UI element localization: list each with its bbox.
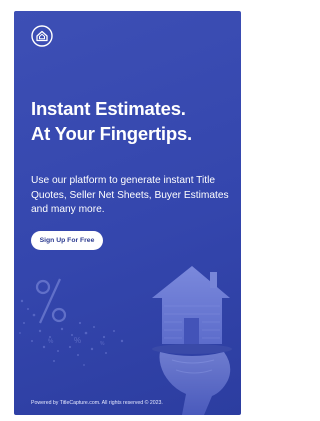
headline-line-2: At Your Fingertips. bbox=[31, 123, 192, 144]
svg-text:%: % bbox=[74, 336, 81, 345]
house-circle-icon[interactable] bbox=[31, 25, 53, 47]
hero-panel: Instant Estimates. At Your Fingertips. U… bbox=[14, 11, 241, 415]
svg-text:%: % bbox=[48, 339, 54, 345]
headline: Instant Estimates. At Your Fingertips. bbox=[31, 96, 231, 146]
svg-text:%: % bbox=[100, 341, 105, 347]
hero-description: Use our platform to generate instant Tit… bbox=[31, 175, 229, 215]
footer-copyright: Powered by TitleCapture.com. All rights … bbox=[31, 400, 163, 406]
signup-button[interactable]: Sign Up For Free bbox=[31, 231, 103, 250]
headline-line-1: Instant Estimates. bbox=[31, 98, 186, 119]
percent-icon: % % % bbox=[19, 278, 124, 366]
house-on-hand-icon bbox=[152, 266, 232, 415]
